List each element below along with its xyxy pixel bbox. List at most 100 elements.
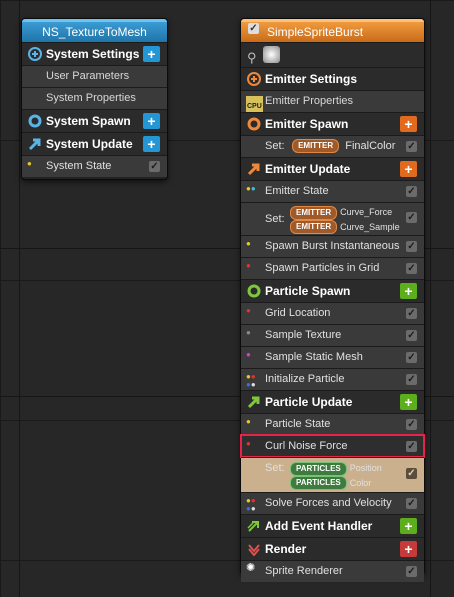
module-dot-icon: ● (27, 159, 32, 168)
system-state-label: System State (46, 160, 112, 172)
module-enabled-checkbox[interactable]: ✓ (406, 241, 417, 252)
add-emitter-spawn-button[interactable]: + (400, 116, 417, 132)
add-event-handler-button[interactable]: + (400, 518, 417, 534)
initialize-particle-label: Initialize Particle (265, 373, 345, 385)
particles-set-module[interactable]: Set: PARTICLES Position PARTICLES Color ✓ (241, 457, 424, 492)
system-node-title[interactable]: NS_TextureToMesh (22, 19, 167, 42)
module-enabled-checkbox[interactable]: ✓ (406, 330, 417, 341)
render-header[interactable]: Render + (241, 537, 424, 560)
system-properties-item[interactable]: System Properties (22, 87, 167, 109)
emitter-badge: EMITTER (292, 139, 340, 154)
emitter-title-label: SimpleSpriteBurst (267, 25, 364, 39)
module-enabled-checkbox[interactable]: ✓ (406, 186, 417, 197)
add-renderer-button[interactable]: + (400, 541, 417, 557)
add-particle-spawn-button[interactable]: + (400, 283, 417, 299)
module-enabled-checkbox[interactable]: ✓ (406, 441, 417, 452)
add-event-handler-header[interactable]: Add Event Handler + (241, 514, 424, 537)
emitter-spawn-set-module[interactable]: Set: EMITTER FinalColor ✓ (241, 135, 424, 157)
module-enabled-checkbox[interactable]: ✓ (406, 212, 417, 223)
module-dot-icon: ● (246, 350, 251, 359)
emitter-update-label: Emitter Update (265, 162, 351, 176)
sprite-renderer-icon: ✺ (246, 562, 256, 574)
particle-spawn-label: Particle Spawn (265, 284, 351, 298)
module-dot-icon: ● (246, 239, 251, 248)
sprite-renderer-label: Sprite Renderer (265, 565, 343, 577)
emitter-badge: EMITTER (290, 205, 338, 220)
sample-static-mesh-label: Sample Static Mesh (265, 351, 363, 363)
emitter-node-title[interactable]: ✓ SimpleSpriteBurst (241, 19, 424, 42)
add-emitter-update-button[interactable]: + (400, 161, 417, 177)
module-dot-icon: ● (246, 328, 251, 337)
add-system-settings-button[interactable]: + (143, 46, 160, 62)
set-parameter-value: FinalColor (345, 140, 396, 152)
emitter-properties-label: Emitter Properties (265, 95, 354, 107)
module-enabled-checkbox[interactable]: ✓ (406, 498, 417, 509)
system-spawn-label: System Spawn (46, 114, 131, 128)
set-parameter-value: Curve_Force (340, 207, 393, 217)
emitter-state-module[interactable]: ●● Emitter State ✓ (241, 180, 424, 202)
graph-grid-line (430, 0, 431, 597)
module-enabled-checkbox[interactable]: ✓ (406, 141, 417, 152)
module-dot-icon: ●● ●● (246, 372, 256, 389)
system-settings-header[interactable]: System Settings + (22, 42, 167, 65)
system-state-module[interactable]: ● System State ✓ (22, 155, 167, 177)
module-enabled-checkbox[interactable]: ✓ (149, 161, 160, 172)
emitter-thumbnail[interactable] (263, 46, 280, 63)
module-enabled-checkbox[interactable]: ✓ (406, 374, 417, 385)
emitter-update-header[interactable]: Emitter Update + (241, 157, 424, 180)
particle-spawn-header[interactable]: Particle Spawn + (241, 279, 424, 302)
sprite-renderer-module[interactable]: ✺ Sprite Renderer ✓ (241, 560, 424, 582)
user-parameters-item[interactable]: User Parameters (22, 65, 167, 87)
particle-state-module[interactable]: ● Particle State ✓ (241, 413, 424, 435)
module-dot-icon: ● (246, 306, 251, 315)
user-parameters-label: User Parameters (46, 70, 130, 82)
emitter-badge: EMITTER (290, 220, 338, 235)
emitter-enabled-checkbox[interactable]: ✓ (248, 23, 259, 34)
module-enabled-checkbox[interactable]: ✓ (406, 263, 417, 274)
graph-grid-line (19, 0, 20, 597)
module-enabled-checkbox[interactable]: ✓ (406, 468, 417, 479)
system-spawn-header[interactable]: System Spawn + (22, 109, 167, 132)
curl-noise-force-module[interactable]: ● Curl Noise Force ✓ (240, 434, 425, 458)
cpu-icon: CPU (246, 96, 263, 112)
emitter-spawn-label: Emitter Spawn (265, 117, 349, 131)
solve-forces-label: Solve Forces and Velocity (265, 497, 392, 509)
emitter-spawn-header[interactable]: Emitter Spawn + (241, 112, 424, 135)
system-node[interactable]: NS_TextureToMesh System Settings + User … (21, 18, 168, 180)
sample-static-mesh-module[interactable]: ● Sample Static Mesh ✓ (241, 346, 424, 368)
emitter-properties-item[interactable]: CPU Emitter Properties (241, 90, 424, 112)
emitter-node[interactable]: ✓ SimpleSpriteBurst ⚲ Emitter Settings C… (240, 18, 425, 582)
spawn-grid-module[interactable]: ● Spawn Particles in Grid ✓ (241, 257, 424, 279)
system-update-label: System Update (46, 137, 133, 151)
spawn-grid-label: Spawn Particles in Grid (265, 262, 380, 274)
grid-location-module[interactable]: ● Grid Location ✓ (241, 302, 424, 324)
module-enabled-checkbox[interactable]: ✓ (406, 419, 417, 430)
particle-update-icon (247, 396, 260, 409)
module-enabled-checkbox[interactable]: ✓ (406, 308, 417, 319)
emitter-update-set-module[interactable]: Set: EMITTER Curve_Force EMITTER Curve_Sam… (241, 202, 424, 235)
emitter-update-icon (247, 163, 260, 176)
add-event-handler-label: Add Event Handler (265, 519, 373, 533)
set-parameter-value: Curve_Sample (340, 221, 400, 232)
module-dot-icon: ● (246, 261, 251, 270)
add-particle-update-button[interactable]: + (400, 394, 417, 410)
module-enabled-checkbox[interactable]: ✓ (406, 352, 417, 363)
system-update-header[interactable]: System Update + (22, 132, 167, 155)
add-system-spawn-button[interactable]: + (143, 113, 160, 129)
emitter-settings-header[interactable]: Emitter Settings (241, 67, 424, 90)
module-dot-icon: ●● ●● (246, 496, 256, 513)
spawn-burst-module[interactable]: ● Spawn Burst Instantaneous ✓ (241, 235, 424, 257)
module-dot-icon: ●● (246, 184, 256, 193)
sample-texture-label: Sample Texture (265, 329, 342, 341)
pin-icon[interactable]: ⚲ (247, 47, 257, 67)
initialize-particle-module[interactable]: ●● ●● Initialize Particle ✓ (241, 368, 424, 390)
particle-spawn-icon (247, 284, 261, 298)
particles-badge: PARTICLES (290, 476, 347, 491)
add-system-update-button[interactable]: + (143, 136, 160, 152)
module-dot-icon: ● (246, 417, 251, 426)
module-enabled-checkbox[interactable]: ✓ (406, 566, 417, 577)
particle-update-header[interactable]: Particle Update + (241, 390, 424, 413)
solve-forces-module[interactable]: ●● ●● Solve Forces and Velocity ✓ (241, 492, 424, 514)
set-parameter-value: Position (349, 463, 382, 473)
sample-texture-module[interactable]: ● Sample Texture ✓ (241, 324, 424, 346)
